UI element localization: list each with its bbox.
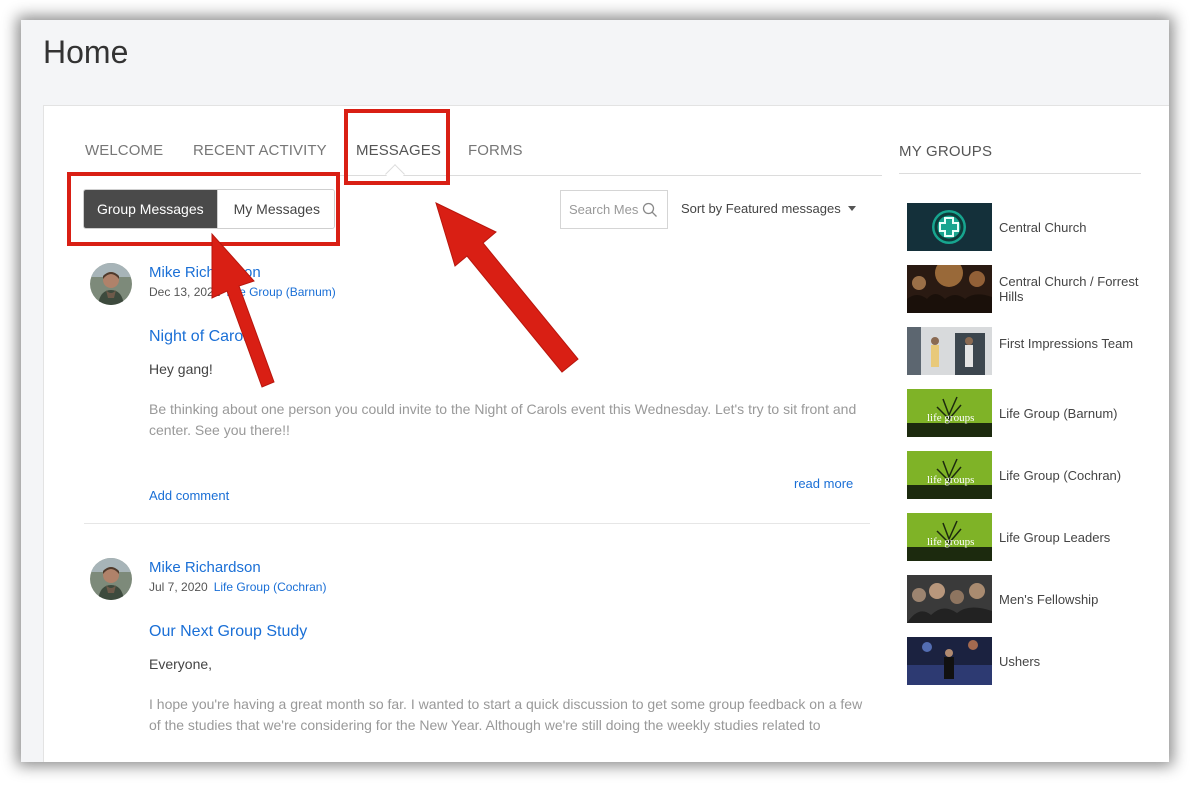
read-more-link[interactable]: read more: [794, 476, 853, 491]
group-thumbnail: [907, 637, 992, 685]
tab-forms[interactable]: FORMS: [468, 142, 523, 159]
tab-welcome[interactable]: WELCOME: [85, 142, 163, 159]
post-date: Dec 13, 2022: [149, 285, 221, 299]
post-author[interactable]: Mike Richardson: [149, 264, 261, 281]
group-name: Central Church / Forrest Hills: [999, 274, 1139, 304]
sort-dropdown[interactable]: Sort by Featured messages: [681, 201, 841, 216]
post-group-link[interactable]: Life Group (Cochran): [214, 580, 327, 594]
post-body: I hope you're having a great month so fa…: [149, 696, 863, 733]
search-icon[interactable]: [642, 202, 658, 218]
group-item-first-impressions-team[interactable]: First Impressions Team: [907, 327, 1147, 375]
svg-text:life groups: life groups: [927, 536, 974, 548]
app-window: Home WELCOME RECENT ACTIVITY MESSAGES FO…: [21, 20, 1169, 762]
my-groups-heading: MY GROUPS: [899, 143, 993, 160]
group-thumbnail: [907, 575, 992, 623]
group-name: Life Group (Cochran): [999, 468, 1122, 483]
page-title: Home: [43, 34, 129, 70]
post-author[interactable]: Mike Richardson: [149, 559, 261, 576]
svg-text:life groups: life groups: [927, 474, 974, 486]
post-greeting: Everyone,: [149, 656, 213, 672]
message-search: [560, 190, 668, 229]
post-meta: Dec 13, 2022 Life Group (Barnum): [149, 285, 336, 299]
group-item-central-church[interactable]: Central Church: [907, 203, 1147, 251]
group-name: Central Church: [999, 220, 1087, 235]
annotation-box-message-toggle: [67, 172, 340, 246]
tab-bar: WELCOME RECENT ACTIVITY MESSAGES FORMS: [84, 140, 882, 184]
post-title[interactable]: Night of Carols: [149, 328, 255, 346]
post-date: Jul 7, 2020: [149, 580, 208, 594]
group-name: First Impressions Team: [999, 336, 1134, 351]
group-thumbnail: life groups: [907, 513, 992, 561]
avatar[interactable]: [90, 263, 132, 305]
group-item-life-group-barnum[interactable]: life groups Life Group (Barnum): [907, 389, 1147, 437]
post-divider: [84, 523, 870, 524]
group-item-ushers[interactable]: Ushers: [907, 637, 1147, 685]
tab-recent-activity[interactable]: RECENT ACTIVITY: [193, 142, 327, 159]
group-thumbnail: life groups: [907, 451, 992, 499]
group-thumbnail: [907, 265, 992, 313]
post-greeting: Hey gang!: [149, 361, 213, 377]
group-name: Ushers: [999, 654, 1041, 669]
post-title[interactable]: Our Next Group Study: [149, 623, 307, 641]
post-meta: Jul 7, 2020 Life Group (Cochran): [149, 580, 326, 594]
group-item-life-group-cochran[interactable]: life groups Life Group (Cochran): [907, 451, 1147, 499]
group-name: Life Group (Barnum): [999, 406, 1118, 421]
group-thumbnail: [907, 203, 992, 251]
group-name: Men's Fellowship: [999, 592, 1099, 607]
group-thumbnail: life groups: [907, 389, 992, 437]
group-name: Life Group Leaders: [999, 530, 1111, 545]
post-group-link[interactable]: Life Group (Barnum): [226, 285, 335, 299]
post-body: Be thinking about one person you could i…: [149, 401, 857, 438]
search-input[interactable]: [561, 191, 639, 228]
annotation-box-messages-tab: [344, 109, 450, 185]
svg-text:life groups: life groups: [927, 412, 974, 424]
group-thumbnail: [907, 327, 992, 375]
avatar[interactable]: [90, 558, 132, 600]
group-item-life-group-leaders[interactable]: life groups Life Group Leaders: [907, 513, 1147, 561]
my-groups-divider: [899, 173, 1141, 174]
dropdown-caret-icon[interactable]: [848, 206, 856, 211]
group-item-central-church-forrest-hills[interactable]: Central Church / Forrest Hills: [907, 265, 1147, 313]
add-comment-link[interactable]: Add comment: [149, 488, 229, 503]
group-item-mens-fellowship[interactable]: Men's Fellowship: [907, 575, 1147, 623]
